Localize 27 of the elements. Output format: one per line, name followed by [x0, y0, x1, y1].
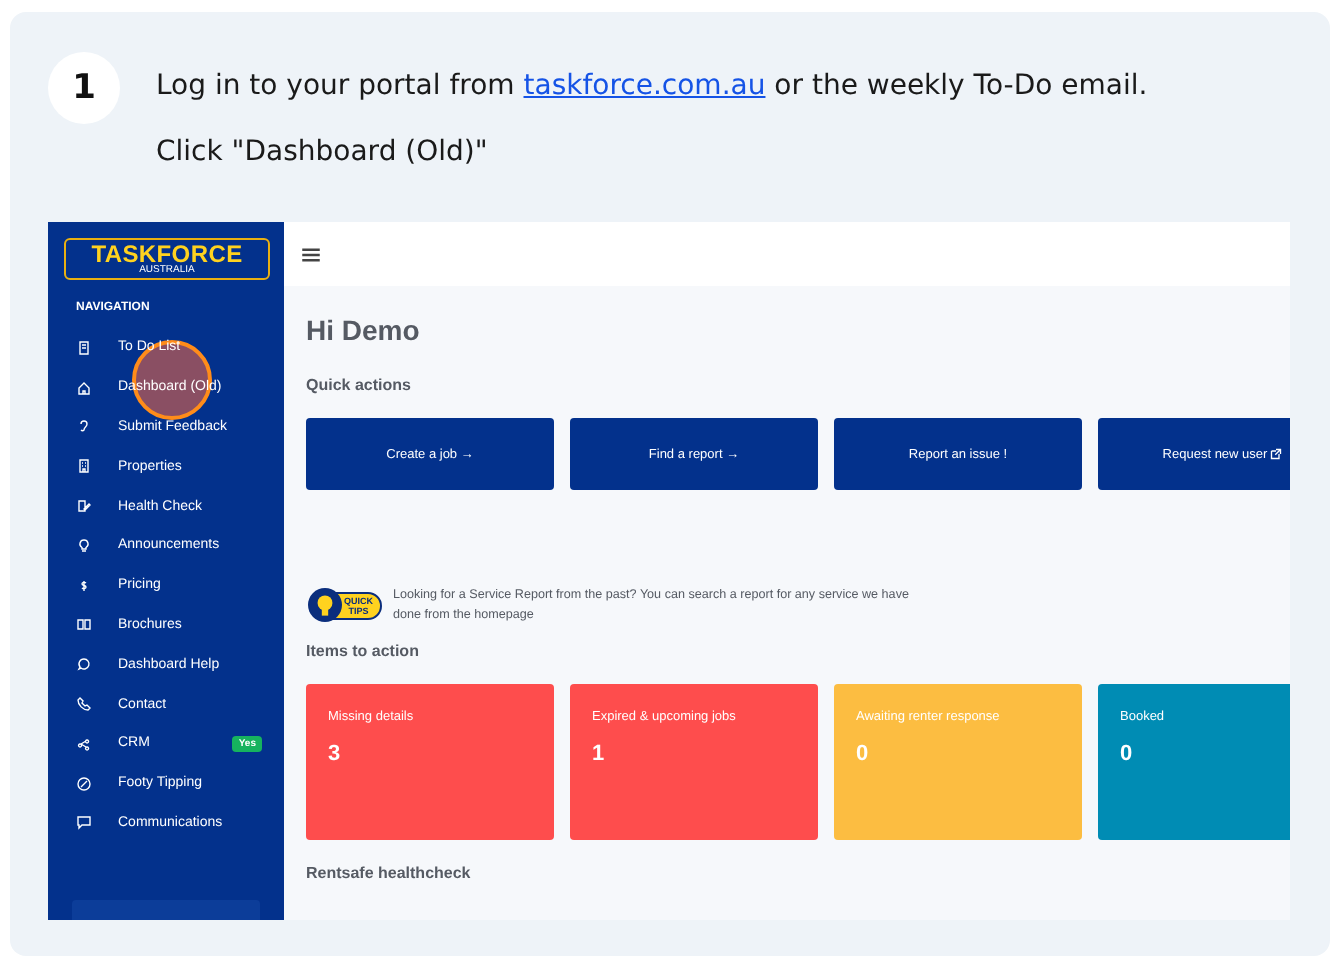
card-count: 0 — [1120, 742, 1135, 766]
building-icon — [76, 458, 92, 475]
section-heading: Quick actions — [306, 376, 413, 394]
message-icon — [76, 814, 92, 831]
bulb-icon — [76, 537, 92, 554]
section-heading: Rentsafe healthcheck — [306, 864, 473, 882]
lightbulb-icon — [308, 588, 342, 622]
section-heading: Items to action — [306, 642, 421, 660]
card-count: 3 — [328, 742, 343, 766]
clipboard-icon — [76, 339, 92, 356]
home-icon — [76, 379, 92, 396]
card-count: 0 — [856, 742, 871, 766]
website-link[interactable]: taskforce.com.au — [523, 70, 766, 102]
greeting: Hi Demo — [306, 314, 422, 346]
ear-icon — [76, 418, 92, 435]
step-number: 1 — [48, 52, 120, 124]
menu-icon[interactable] — [302, 247, 320, 261]
card-count: 1 — [592, 742, 607, 766]
edit-icon — [76, 498, 92, 515]
book-icon — [76, 616, 92, 633]
instruction-text: Log in to your portal from taskforce.com.au or the weekly To-Do email. — [156, 70, 1148, 102]
instruction-text: Click "Dashboard (Old)" — [156, 136, 490, 168]
share-icon — [76, 735, 92, 752]
chat-icon — [76, 656, 92, 673]
external-link-icon — [1269, 448, 1282, 460]
phone-icon — [76, 696, 92, 713]
dollar-icon — [76, 577, 92, 594]
